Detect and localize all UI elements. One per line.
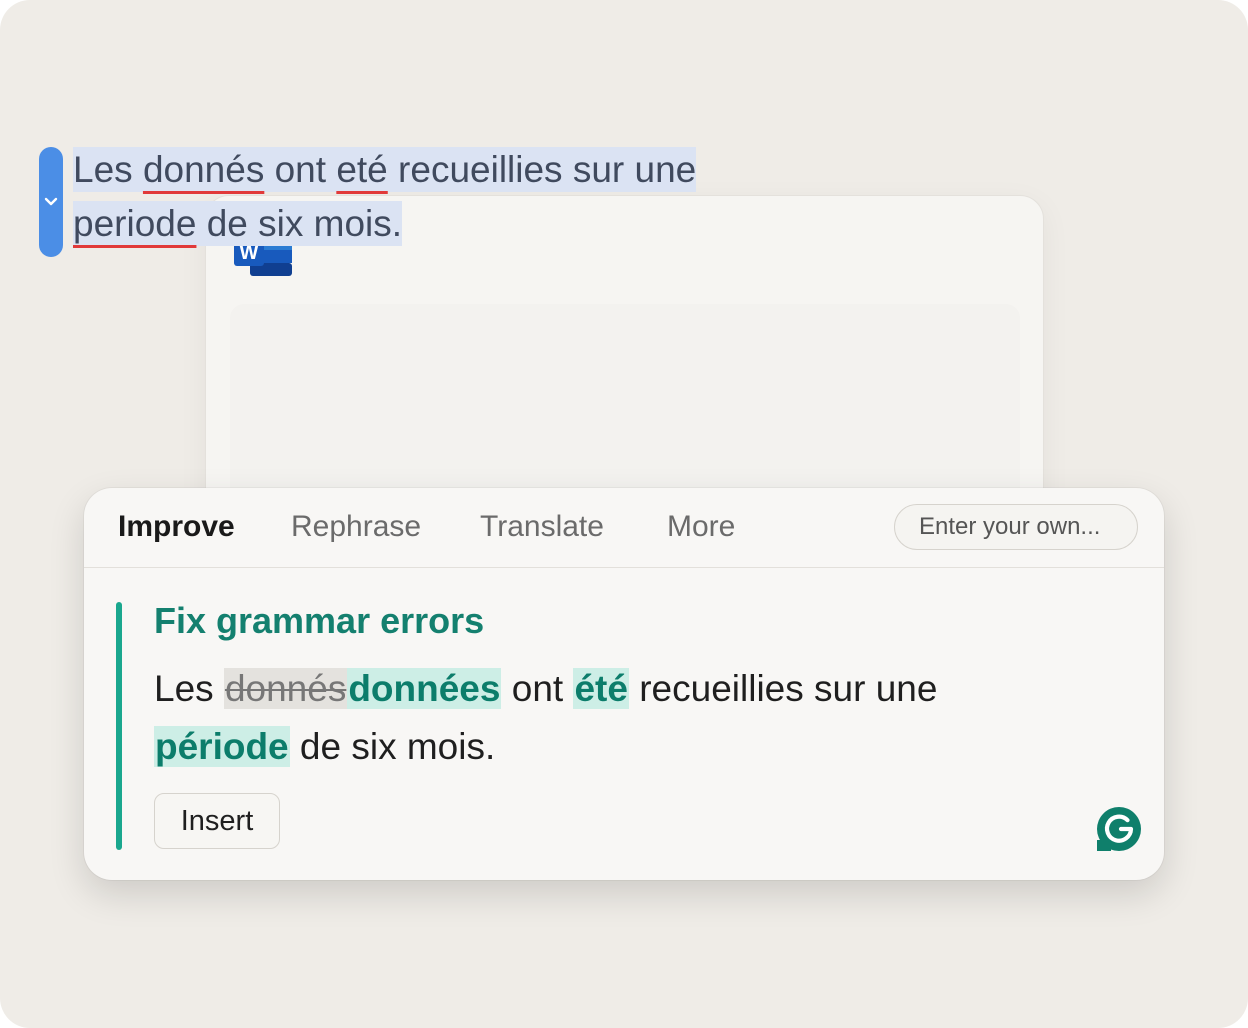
selected-document-text[interactable]: Les donnés ont eté recueillies sur une p… (73, 143, 793, 251)
tab-more[interactable]: More (667, 510, 735, 544)
inserted-text: période (154, 726, 290, 767)
inserted-text: données (347, 668, 502, 709)
spelling-error[interactable]: periode (73, 203, 196, 244)
spelling-error[interactable]: eté (336, 149, 387, 190)
tab-rephrase[interactable]: Rephrase (291, 510, 421, 544)
inserted-text: été (573, 668, 629, 709)
spelling-error[interactable]: donnés (143, 149, 264, 190)
canvas: W Les donnés ont eté recueillies sur une… (0, 0, 1248, 1028)
grammarly-icon[interactable] (1096, 806, 1142, 852)
tab-bar: Improve Rephrase Translate More (84, 488, 1164, 568)
insert-button[interactable]: Insert (154, 793, 280, 849)
removed-text: donnés (223, 668, 348, 709)
tab-translate[interactable]: Translate (480, 510, 604, 544)
document-body[interactable] (230, 304, 1020, 514)
selection-handle[interactable] (39, 147, 63, 257)
suggestion-title: Fix grammar errors (154, 600, 485, 641)
custom-prompt-input[interactable] (894, 504, 1138, 550)
suggestion-text: Les donnésdonnées ont été recueillies su… (154, 668, 938, 767)
suggestion-accent-bar (116, 602, 122, 850)
assistant-panel: Improve Rephrase Translate More Fix gram… (84, 488, 1164, 880)
tab-improve[interactable]: Improve (118, 510, 235, 544)
chevron-down-icon (44, 197, 58, 206)
